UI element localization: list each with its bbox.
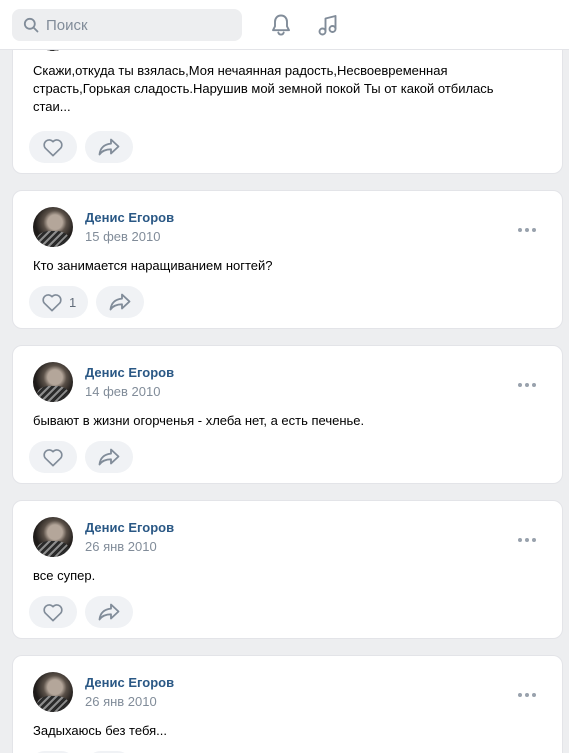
- bell-icon[interactable]: [268, 12, 294, 38]
- more-options-icon[interactable]: [518, 535, 538, 545]
- more-options-icon[interactable]: [518, 690, 538, 700]
- share-button[interactable]: [96, 286, 145, 318]
- avatar[interactable]: [33, 517, 73, 557]
- like-button[interactable]: [29, 131, 77, 163]
- share-icon: [98, 603, 120, 621]
- post-header: Денис Егоров 15 фев 2010: [33, 207, 533, 247]
- heart-icon: [43, 604, 63, 622]
- share-button[interactable]: [85, 441, 133, 473]
- like-button[interactable]: [29, 441, 77, 473]
- author-name[interactable]: Денис Егоров: [85, 365, 174, 380]
- like-button[interactable]: 1: [29, 286, 89, 318]
- more-options-icon[interactable]: [518, 380, 538, 390]
- avatar[interactable]: [33, 362, 73, 402]
- heart-icon: [42, 294, 62, 312]
- post-actions: [29, 596, 133, 628]
- like-count: 1: [69, 294, 77, 310]
- post-text: все супер.: [33, 568, 96, 583]
- heart-icon: [43, 139, 63, 157]
- search-icon: [16, 9, 46, 41]
- post-actions: [29, 441, 133, 473]
- post-header: Денис Егоров 26 янв 2010: [33, 672, 533, 712]
- post-card: Денис Егоров 14 фев 2010 бывают в жизни …: [12, 345, 563, 484]
- post-card: Денис Егоров 26 янв 2010 Задыхаюсь без т…: [12, 655, 563, 753]
- post-card: Денис Егоров 26 янв 2010 все супер.: [12, 500, 563, 639]
- post-actions: [29, 131, 133, 163]
- post-card: Денис Егоров 15 фев 2010 Кто занимается …: [12, 190, 563, 329]
- post-date[interactable]: 14 фев 2010: [85, 384, 160, 399]
- music-icon[interactable]: [315, 12, 341, 38]
- share-button[interactable]: [85, 596, 133, 628]
- author-name[interactable]: Денис Егоров: [85, 520, 174, 535]
- avatar[interactable]: [33, 207, 73, 247]
- post-header: Денис Егоров 26 янв 2010: [33, 517, 533, 557]
- share-icon: [98, 138, 120, 156]
- avatar[interactable]: [33, 672, 73, 712]
- author-name[interactable]: Денис Егоров: [85, 675, 174, 690]
- post-actions: 1: [29, 286, 145, 318]
- post-date[interactable]: 15 фев 2010: [85, 229, 160, 244]
- more-options-icon[interactable]: [518, 225, 538, 235]
- post-text: Скажи,откуда ты взялась,Моя нечаянная ра…: [33, 63, 494, 114]
- search-box[interactable]: [12, 9, 242, 41]
- author-name[interactable]: Денис Егоров: [85, 210, 174, 225]
- share-icon: [98, 448, 120, 466]
- post-text: бывают в жизни огорченья - хлеба нет, а …: [33, 413, 365, 428]
- post-date[interactable]: 26 янв 2010: [85, 694, 157, 709]
- post-text: Задыхаюсь без тебя...: [33, 723, 167, 738]
- like-button[interactable]: [29, 596, 77, 628]
- share-icon: [109, 293, 131, 311]
- post-date[interactable]: 26 янв 2010: [85, 539, 157, 554]
- post-text: Кто занимается наращиванием ногтей?: [33, 258, 273, 273]
- top-bar: [0, 0, 569, 50]
- post-header: Денис Егоров 14 фев 2010: [33, 362, 533, 402]
- search-input[interactable]: [46, 16, 226, 34]
- heart-icon: [43, 449, 63, 467]
- share-button[interactable]: [85, 131, 133, 163]
